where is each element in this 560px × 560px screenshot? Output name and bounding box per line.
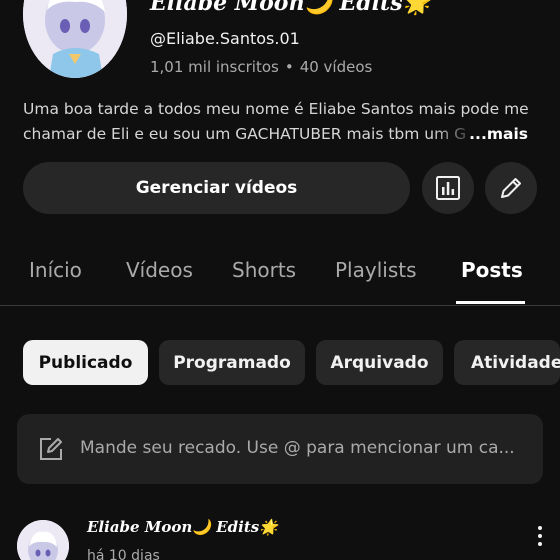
channel-tabs: Início Vídeos Shorts Playlists Posts — [0, 240, 560, 306]
channel-stats: 1,01 mil inscritos • 40 vídeos — [150, 58, 372, 76]
menu-dot — [538, 526, 542, 530]
menu-dot — [538, 542, 542, 546]
tab-posts[interactable]: Posts — [461, 258, 523, 282]
channel-handle: @Eliabe.Santos.01 — [150, 29, 300, 48]
channel-name: Eliabe Moon🌙 Edits🌟 — [150, 0, 430, 16]
edit-post-icon — [40, 438, 62, 460]
avatar-image — [17, 520, 69, 560]
post-composer[interactable]: Mande seu recado. Use @ para mencionar u… — [17, 414, 543, 484]
tab-playlists[interactable]: Playlists — [335, 258, 417, 282]
description-line: Uma boa tarde a todos meu nome é Eliabe … — [23, 100, 528, 118]
post-author-name[interactable]: Eliabe Moon🌙 Edits🌟 — [87, 518, 278, 536]
video-count: 40 vídeos — [299, 58, 373, 76]
menu-dot — [538, 534, 542, 538]
avatar-image — [23, 0, 127, 78]
chip-arquivado[interactable]: Arquivado — [316, 340, 443, 385]
pencil-icon — [501, 178, 521, 198]
post-author-avatar[interactable] — [17, 520, 69, 560]
stats-separator: • — [284, 58, 294, 76]
edit-channel-button[interactable] — [485, 162, 537, 214]
channel-avatar[interactable] — [23, 0, 127, 78]
channel-description[interactable]: Uma boa tarde a todos meu nome é Eliabe … — [23, 97, 528, 147]
more-link[interactable]: ...mais — [465, 122, 528, 147]
composer-placeholder: Mande seu recado. Use @ para mencionar u… — [80, 438, 515, 458]
chip-atividade[interactable]: Atividade — [454, 340, 560, 385]
more-options-icon[interactable] — [530, 526, 550, 560]
tab-shorts[interactable]: Shorts — [232, 258, 296, 282]
description-line: chamar de Eli e eu sou um GACHATUBER mai… — [23, 122, 528, 147]
description-text: chamar de Eli e eu sou um GACHATUBER mai… — [23, 125, 477, 143]
analytics-icon — [436, 176, 460, 200]
tab-inicio[interactable]: Início — [29, 258, 82, 282]
chip-publicado[interactable]: Publicado — [23, 340, 148, 385]
analytics-button[interactable] — [422, 162, 474, 214]
manage-videos-button[interactable]: Gerenciar vídeos — [23, 162, 410, 214]
subscriber-count: 1,01 mil inscritos — [150, 58, 279, 76]
chip-programado[interactable]: Programado — [159, 340, 305, 385]
post-timestamp: há 10 dias — [87, 548, 160, 560]
active-tab-indicator — [456, 301, 525, 304]
tab-videos[interactable]: Vídeos — [126, 258, 193, 282]
